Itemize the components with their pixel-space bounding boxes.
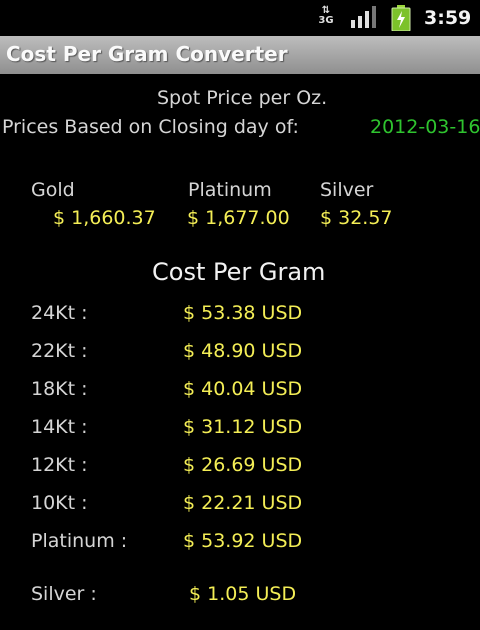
app-title: Cost Per Gram Converter bbox=[6, 42, 288, 66]
row-label-silver: Silver : bbox=[31, 583, 97, 605]
network-3g-icon: ⇅ 3G bbox=[316, 6, 336, 30]
row-value-12kt: $ 26.69 USD bbox=[183, 454, 303, 476]
status-bar: ⇅ 3G 3:59 bbox=[0, 0, 480, 36]
row-label-18kt: 18Kt : bbox=[31, 378, 88, 400]
battery-charging-icon bbox=[391, 5, 411, 31]
row-value-18kt: $ 40.04 USD bbox=[183, 378, 303, 400]
row-value-platinum: $ 53.92 USD bbox=[183, 530, 303, 552]
row-value-22kt: $ 48.90 USD bbox=[183, 340, 303, 362]
status-clock: 3:59 bbox=[424, 7, 472, 29]
row-value-10kt: $ 22.21 USD bbox=[183, 492, 303, 514]
cost-per-gram-heading: Cost Per Gram bbox=[152, 258, 326, 286]
app-title-bar: Cost Per Gram Converter bbox=[0, 36, 480, 74]
gold-price: $ 1,660.37 bbox=[53, 207, 156, 229]
row-label-24kt: 24Kt : bbox=[31, 302, 88, 324]
signal-strength-icon bbox=[351, 6, 376, 28]
row-label-10kt: 10Kt : bbox=[31, 492, 88, 514]
row-value-14kt: $ 31.12 USD bbox=[183, 416, 303, 438]
row-value-silver: $ 1.05 USD bbox=[189, 583, 297, 605]
gold-label: Gold bbox=[31, 179, 75, 201]
network-type-label: 3G bbox=[318, 15, 334, 26]
closing-date: 2012-03-16 bbox=[370, 116, 480, 138]
row-value-24kt: $ 53.38 USD bbox=[183, 302, 303, 324]
silver-price: $ 32.57 bbox=[320, 207, 393, 229]
silver-label: Silver bbox=[320, 179, 374, 201]
closing-day-label: Prices Based on Closing day of: bbox=[2, 116, 299, 138]
spot-price-heading: Spot Price per Oz. bbox=[157, 87, 328, 109]
row-label-12kt: 12Kt : bbox=[31, 454, 88, 476]
platinum-label: Platinum bbox=[188, 179, 272, 201]
row-label-14kt: 14Kt : bbox=[31, 416, 88, 438]
row-label-22kt: 22Kt : bbox=[31, 340, 88, 362]
platinum-price: $ 1,677.00 bbox=[187, 207, 290, 229]
row-label-platinum: Platinum : bbox=[31, 530, 128, 552]
